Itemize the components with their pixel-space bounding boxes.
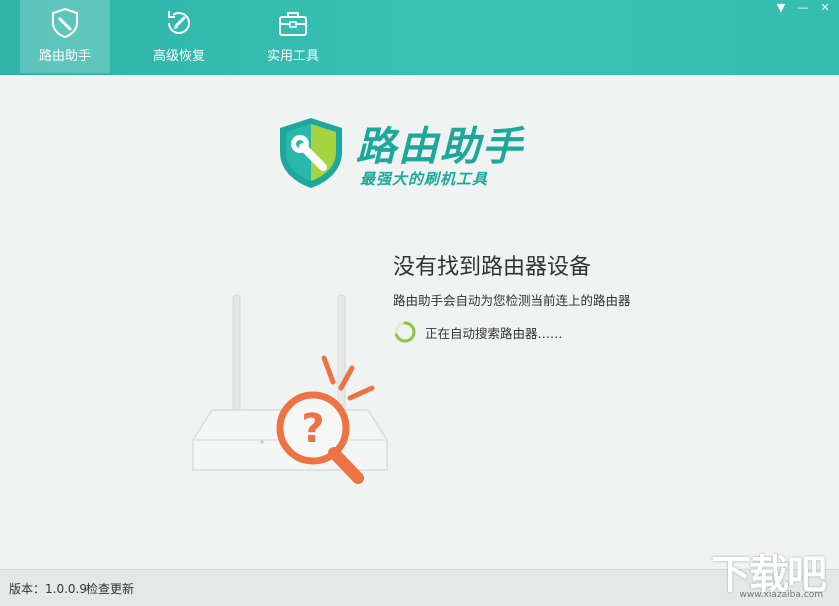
tab-router-assistant[interactable]: 路由助手 bbox=[20, 0, 110, 73]
dropdown-menu-button[interactable]: ▼ bbox=[775, 2, 787, 14]
logo-subtitle: 最强大的刷机工具 bbox=[360, 170, 489, 188]
app-logo: 路由助手 最强大的刷机工具 bbox=[276, 112, 576, 192]
router-question-icon: ? bbox=[192, 294, 388, 484]
restore-brush-icon bbox=[168, 11, 190, 34]
tab-advanced-recovery[interactable]: 高级恢复 bbox=[134, 0, 224, 73]
searching-indicator: 正在自动搜索路由器…… bbox=[393, 320, 563, 344]
tab-label: 高级恢复 bbox=[152, 49, 205, 64]
logo-title: 路由助手 bbox=[356, 124, 524, 170]
window-controls: ▼ — ✕ bbox=[775, 2, 831, 14]
watermark: 下载吧 www.xiazaiba.com bbox=[701, 542, 831, 604]
minimize-button[interactable]: — bbox=[797, 2, 809, 14]
loading-spinner-icon bbox=[394, 321, 416, 343]
watermark-url: www.xiazaiba.com bbox=[739, 590, 823, 600]
no-router-title: 没有找到路由器设备 bbox=[393, 255, 592, 280]
version-label: 版本：1.0.0.9 bbox=[9, 582, 87, 596]
tab-label: 实用工具 bbox=[266, 49, 319, 64]
tab-utilities[interactable]: 实用工具 bbox=[248, 0, 338, 73]
top-navigation-bar: 路由助手 高级恢复 实用工具 ▼ — ✕ bbox=[0, 0, 839, 75]
check-update-link[interactable]: 检查更新 bbox=[86, 580, 134, 597]
tab-label: 路由助手 bbox=[38, 49, 91, 64]
searching-text: 正在自动搜索路由器…… bbox=[425, 325, 563, 341]
svg-text:?: ? bbox=[301, 406, 324, 452]
close-button[interactable]: ✕ bbox=[819, 2, 831, 14]
toolbox-icon bbox=[279, 12, 307, 36]
detection-description: 路由助手会自动为您检测当前连上的路由器 bbox=[393, 293, 631, 308]
shield-wrench-icon bbox=[52, 7, 78, 39]
shield-wrench-icon bbox=[280, 118, 342, 188]
